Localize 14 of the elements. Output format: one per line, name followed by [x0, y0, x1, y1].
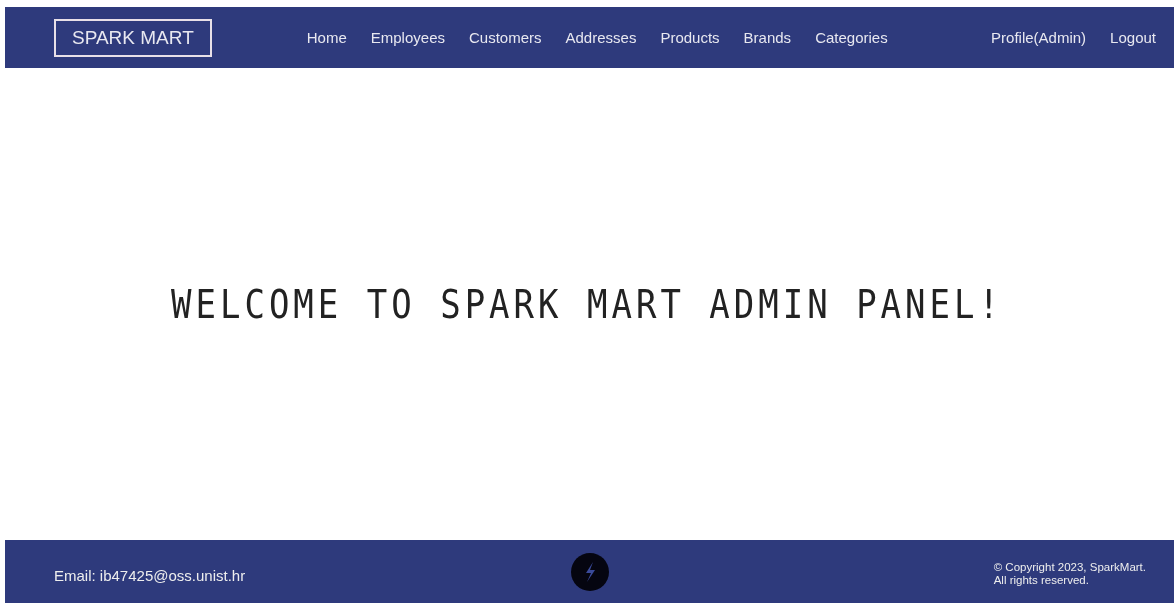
nav-link[interactable]: Customers — [469, 29, 542, 46]
nav-link[interactable]: Categories — [815, 29, 888, 46]
copyright-text: © Copyright 2023, SparkMart. All rights reserved. — [993, 559, 1146, 587]
welcome-heading: WELCOME TO SPARK MART ADMIN PANEL! — [171, 281, 1003, 327]
footer-email: Email: ib47425@oss.unist.hr — [54, 566, 247, 584]
nav-link[interactable]: Addresses — [565, 29, 637, 46]
nav-link[interactable]: Brands — [743, 29, 792, 46]
lightning-logo-icon — [571, 552, 609, 591]
brand-logo[interactable]: SPARK MART — [54, 18, 212, 57]
account-link[interactable]: Profile(Admin) — [991, 29, 1087, 46]
account-link[interactable]: Logout — [1110, 29, 1156, 46]
nav-link[interactable]: Employees — [370, 29, 445, 46]
nav-link[interactable]: Products — [660, 29, 720, 46]
nav-link[interactable]: Home — [306, 29, 347, 46]
